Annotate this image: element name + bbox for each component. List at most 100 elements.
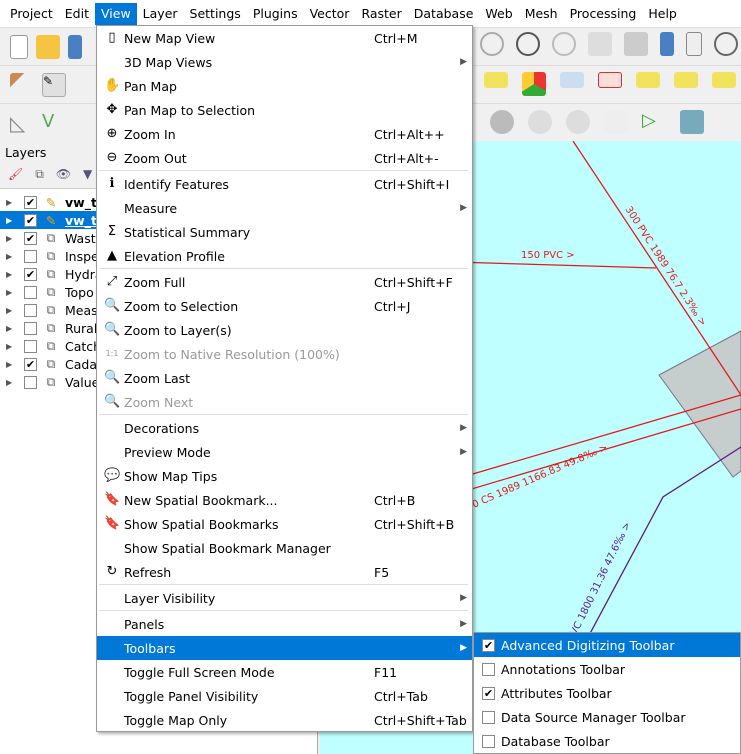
expand-arrow-icon[interactable]: ▶ <box>6 324 14 333</box>
show-hide-label-icon[interactable] <box>674 72 698 88</box>
new-bookmark-tool-icon[interactable] <box>660 32 674 56</box>
menu-item-zoom-full[interactable]: ⤢ Zoom Full Ctrl+Shift+F <box>97 270 472 294</box>
layer-checkbox[interactable] <box>24 321 37 335</box>
toolbar-toggle-item[interactable]: Database Toolbar <box>474 729 740 753</box>
menu-item-zoom-last[interactable]: 🔍 Zoom Last <box>97 366 472 390</box>
menu-item-toggle-panel-visibility[interactable]: Toggle Panel Visibility Ctrl+Tab <box>97 684 472 708</box>
style-brush-icon[interactable]: 🖌 <box>8 167 23 186</box>
layer-checkbox[interactable] <box>24 303 37 317</box>
menu-mesh[interactable]: Mesh <box>519 3 564 25</box>
toolbar-checkbox[interactable] <box>482 662 495 676</box>
pipe-vc[interactable] <box>585 446 741 642</box>
toolbar-checkbox[interactable] <box>482 710 495 724</box>
menu-web[interactable]: Web <box>479 3 518 25</box>
expand-arrow-icon[interactable]: ▶ <box>6 216 14 225</box>
expand-arrow-icon[interactable]: ▶ <box>6 342 14 351</box>
move-label-icon[interactable] <box>636 72 660 88</box>
layer-checkbox[interactable]: ✔ <box>24 195 37 209</box>
toolbar-toggle-item[interactable]: Data Source Manager Toolbar <box>474 705 740 729</box>
menu-item-statistical-summary[interactable]: Σ Statistical Summary <box>97 220 472 244</box>
expand-arrow-icon[interactable]: ▶ <box>6 288 14 297</box>
expand-arrow-icon[interactable]: ▶ <box>6 252 14 261</box>
highlight-label-icon[interactable] <box>598 72 622 88</box>
menu-item-pan-map-to-selection[interactable]: ✥ Pan Map to Selection <box>97 98 472 122</box>
vertex-tool-icon[interactable]: V <box>42 111 66 135</box>
layer-checkbox[interactable] <box>24 339 37 353</box>
layer-checkbox[interactable]: ✔ <box>24 231 37 245</box>
rotate-label-icon[interactable] <box>712 72 736 88</box>
menu-item-identify-features[interactable]: ℹ Identify Features Ctrl+Shift+I <box>97 172 472 196</box>
layer-checkbox[interactable] <box>24 375 37 389</box>
expand-arrow-icon[interactable]: ▶ <box>6 360 14 369</box>
menu-item-toggle-map-only[interactable]: Toggle Map Only Ctrl+Shift+Tab <box>97 708 472 732</box>
menu-item-zoom-to-native-resolution-100[interactable]: 1:1 Zoom to Native Resolution (100%) <box>97 342 472 366</box>
offset-icon[interactable] <box>604 110 628 134</box>
toolbar-toggle-item[interactable]: ✔ Advanced Digitizing Toolbar <box>474 633 740 657</box>
menu-item-zoom-in[interactable]: ⊕ Zoom In Ctrl+Alt++ <box>97 122 472 146</box>
menu-item-show-spatial-bookmark-manager[interactable]: Show Spatial Bookmark Manager <box>97 536 472 560</box>
toolbar-checkbox[interactable]: ✔ <box>482 638 495 652</box>
menu-raster[interactable]: Raster <box>355 3 407 25</box>
db-icon[interactable] <box>680 110 704 134</box>
menu-database[interactable]: Database <box>408 3 480 25</box>
menu-plugins[interactable]: Plugins <box>247 3 304 25</box>
expand-arrow-icon[interactable]: ▶ <box>6 198 14 207</box>
menu-item-toolbars[interactable]: Toolbars ▶ <box>97 636 472 660</box>
layer-checkbox[interactable]: ✔ <box>24 357 37 371</box>
menu-item-panels[interactable]: Panels ▶ <box>97 612 472 636</box>
expand-arrow-icon[interactable]: ▶ <box>6 378 14 387</box>
layer-checkbox[interactable] <box>24 285 37 299</box>
filter-icon[interactable]: ▼ <box>83 167 92 186</box>
visibility-eye-icon[interactable]: 👁 <box>56 167 71 186</box>
menu-item-zoom-to-layer-s[interactable]: 🔍 Zoom to Layer(s) <box>97 318 472 342</box>
ruler-icon[interactable]: ◺ <box>10 111 34 135</box>
split-parts-icon[interactable] <box>528 110 552 134</box>
temporal-clock-icon[interactable] <box>714 32 738 56</box>
menu-processing[interactable]: Processing <box>564 3 643 25</box>
toggle-editing-icon[interactable]: ✎ <box>42 72 66 97</box>
menu-item-elevation-profile[interactable]: ▲ Elevation Profile <box>97 244 472 268</box>
menu-item-new-spatial-bookmark[interactable]: 🔖 New Spatial Bookmark... Ctrl+B <box>97 488 472 512</box>
show-bookmarks-tool-icon[interactable] <box>686 32 702 56</box>
zoom-last-tool-icon[interactable] <box>516 32 540 56</box>
menu-item-zoom-to-selection[interactable]: 🔍 Zoom to Selection Ctrl+J <box>97 294 472 318</box>
toolbar-toggle-item[interactable]: Annotations Toolbar <box>474 657 740 681</box>
menu-item-show-spatial-bookmarks[interactable]: 🔖 Show Spatial Bookmarks Ctrl+Shift+B <box>97 512 472 536</box>
open-project-icon[interactable] <box>36 34 60 59</box>
new-map-view-tool-icon[interactable] <box>588 32 612 56</box>
expand-arrow-icon[interactable]: ▶ <box>6 306 14 315</box>
zoom-native-tool-icon[interactable] <box>480 32 504 56</box>
menu-layer[interactable]: Layer <box>137 3 184 25</box>
menu-item-toggle-full-screen-mode[interactable]: Toggle Full Screen Mode F11 <box>97 660 472 684</box>
merge-icon[interactable] <box>566 110 590 134</box>
expand-arrow-icon[interactable]: ▶ <box>6 234 14 243</box>
menu-item-measure[interactable]: Measure ▶ <box>97 196 472 220</box>
pin-label-icon[interactable] <box>560 72 584 88</box>
save-project-icon[interactable] <box>68 34 82 59</box>
label-abc-icon[interactable] <box>484 72 508 88</box>
layer-checkbox[interactable]: ✔ <box>24 267 37 281</box>
menu-item-decorations[interactable]: Decorations ▶ <box>97 416 472 440</box>
edits-icon[interactable] <box>10 72 34 97</box>
rotate-point-icon[interactable]: ▷ <box>642 110 666 134</box>
menu-view[interactable]: View <box>95 2 137 25</box>
menu-settings[interactable]: Settings <box>184 3 247 25</box>
menu-item-show-map-tips[interactable]: 💬 Show Map Tips <box>97 464 472 488</box>
toolbar-checkbox[interactable]: ✔ <box>482 686 495 700</box>
new-3d-view-tool-icon[interactable] <box>624 32 648 56</box>
menu-item-zoom-out[interactable]: ⊖ Zoom Out Ctrl+Alt+- <box>97 146 472 170</box>
menu-help[interactable]: Help <box>642 3 683 25</box>
add-group-icon[interactable]: ⧉ <box>35 167 44 186</box>
menu-project[interactable]: Project <box>4 3 59 25</box>
diagram-icon[interactable] <box>522 72 546 96</box>
layer-checkbox[interactable] <box>24 249 37 263</box>
split-features-icon[interactable] <box>490 110 514 134</box>
menu-item-zoom-next[interactable]: 🔍 Zoom Next <box>97 390 472 414</box>
menu-edit[interactable]: Edit <box>59 3 95 25</box>
pipe-300-pvc[interactable] <box>572 141 741 396</box>
menu-item-new-map-view[interactable]: ▯ New Map View Ctrl+M <box>97 26 472 50</box>
menu-vector[interactable]: Vector <box>304 3 356 25</box>
menu-item-preview-mode[interactable]: Preview Mode ▶ <box>97 440 472 464</box>
toolbar-checkbox[interactable] <box>482 734 495 748</box>
expand-arrow-icon[interactable]: ▶ <box>6 270 14 279</box>
